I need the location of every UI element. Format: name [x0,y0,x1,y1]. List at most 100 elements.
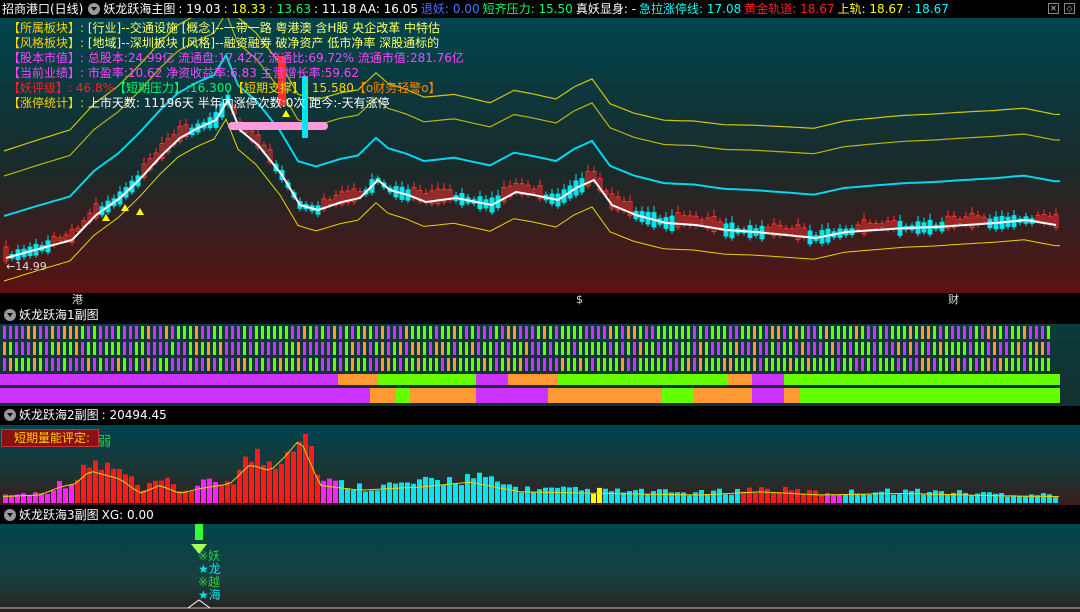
stock-title[interactable]: 招商港口(日线) [2,0,83,18]
signal-bar [981,358,984,371]
volume-bar [123,474,128,503]
volume-bar [987,492,992,503]
signal-bar [315,342,318,355]
signal-bar [927,326,930,339]
signal-bar [867,326,870,339]
signal-bar [879,358,882,371]
signal-bar [843,342,846,355]
volume-bar [663,489,668,503]
signal-bar [645,342,648,355]
main-indicator-name: 妖龙跃海主图 [103,2,176,16]
signal-bar [645,358,648,371]
signal-bar [1047,342,1050,355]
signal-bar [207,358,210,371]
signal-bar [597,326,600,339]
signal-bar [891,342,894,355]
sub1-canvas [0,326,1060,403]
signal-bar [915,358,918,371]
trend-strip [0,374,338,385]
signal-bar [999,358,1002,371]
signal-bar [267,342,270,355]
volume-bar [63,488,68,503]
signal-bar [507,326,510,339]
signal-bar [717,342,720,355]
event-mark-dollar[interactable]: $ [576,293,583,306]
volume-bar [471,478,476,503]
signal-bar [951,358,954,371]
volume-bar [453,483,458,503]
close-icon[interactable]: ✕ [1048,3,1059,14]
signal-bar [1011,342,1014,355]
signal-bar [945,326,948,339]
volume-bar [153,480,158,503]
chevron-down-icon[interactable] [4,309,16,321]
signal-bar [375,342,378,355]
volume-bar [831,494,836,503]
signal-bar [399,326,402,339]
signal-bar [201,358,204,371]
signal-bar [435,342,438,355]
signal-bar [327,326,330,339]
event-marks-bar: 港 $ 财 [0,293,1080,306]
signal-bar [597,342,600,355]
signal-bar [771,358,774,371]
signal-bar [651,358,654,371]
trend-strip [662,388,694,403]
signal-bar [429,358,432,371]
signal-bar [759,342,762,355]
signal-bar [489,358,492,371]
volume-bar [753,492,758,503]
signal-bar [651,326,654,339]
volume-bar [105,462,110,503]
signal-bar [129,342,132,355]
signal-bar [9,326,12,339]
volume-bar [669,492,674,503]
signal-bar [27,326,30,339]
signal-bar [729,326,732,339]
sub3-signal-chart[interactable] [0,524,1080,612]
volume-bar [1053,497,1058,503]
volume-bar [387,482,392,503]
signal-bar [471,342,474,355]
signal-bar [453,342,456,355]
signal-bar [783,342,786,355]
signal-bar [411,358,414,371]
signal-bar [285,326,288,339]
signal-bar [201,326,204,339]
chevron-down-icon[interactable] [88,3,101,15]
signal-bar [1023,326,1026,339]
sub1-chart[interactable] [0,324,1080,406]
signal-bar [933,342,936,355]
signal-bar [465,342,468,355]
signal-bar [1035,358,1038,371]
volume-bar [837,494,842,503]
signal-bar [555,326,558,339]
signal-bar [765,358,768,371]
event-mark-port[interactable]: 港 [72,293,83,306]
signal-bar [69,326,72,339]
sub2-volume-chart[interactable] [0,425,1080,505]
signal-bar [1011,358,1014,371]
event-mark-finance[interactable]: 财 [948,293,959,306]
signal-bar [321,358,324,371]
signal-bar [93,358,96,371]
diamond-icon[interactable]: ◇ [1064,3,1075,14]
signal-bar [795,326,798,339]
signal-bar [573,342,576,355]
volume-bar [297,441,302,503]
volume-bar [267,461,272,503]
volume-bar [549,487,554,503]
volume-bar [729,494,734,503]
info-text: 【o财务轻警o】 [353,81,441,95]
chevron-down-icon[interactable] [4,509,16,521]
chevron-down-icon[interactable] [4,409,16,421]
signal-bar [369,342,372,355]
volume-bar [255,448,260,503]
signal-bar [183,342,186,355]
signal-bar [723,326,726,339]
signal-bar [315,358,318,371]
volume-bar [291,451,296,503]
signal-bar [339,342,342,355]
volume-bar [603,488,608,503]
signal-bar [255,358,258,371]
